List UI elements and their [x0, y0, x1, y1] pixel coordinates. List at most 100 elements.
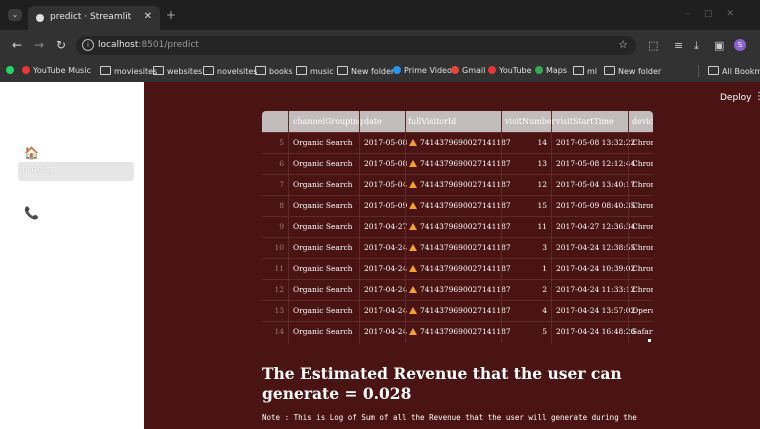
cell-full-visitor-id: 7414379690027141187 — [409, 327, 511, 336]
new-tab-icon[interactable]: + — [166, 8, 176, 22]
bookmark-all-bookmarks[interactable]: All Bookmarks — [708, 66, 760, 76]
window-controls[interactable]: –▢✕ — [685, 9, 748, 19]
warning-icon — [409, 202, 417, 209]
cell-date: 2017-05-08 — [364, 159, 408, 168]
cell-channel-grouping: Organic Search — [293, 285, 353, 294]
cell-visit-start-time: 2017-05-04 13:40:17 — [556, 180, 636, 189]
bookmark-novelsites[interactable]: novelsites — [203, 66, 257, 76]
row-index: 7 — [279, 180, 284, 189]
cell-device: Chron — [632, 243, 653, 252]
browser-toolbar: ← → ↻ i localhost:8501/predict ☆ ⬚ ≡ ⤓ ▣… — [0, 30, 760, 60]
column-divider — [501, 111, 502, 343]
cell-device: Chron — [632, 138, 653, 147]
tab-close-icon[interactable]: ✕ — [144, 11, 152, 22]
bookmark-new-folder-2[interactable]: New folder — [604, 66, 661, 76]
column-header[interactable]: device — [632, 117, 653, 126]
extension-icon[interactable]: ⬚ — [648, 39, 658, 52]
main-menu-icon[interactable]: ⋮ — [754, 91, 760, 102]
row-index: 12 — [274, 285, 284, 294]
bookmark-maps[interactable]: Maps — [535, 66, 567, 75]
sidebar-item-label: predict — [22, 165, 54, 175]
cell-device: Chron — [632, 180, 653, 189]
table-row[interactable]: 9 Organic Search 2017-04-27 741437969002714… — [262, 216, 653, 237]
cell-channel-grouping: Organic Search — [293, 264, 353, 273]
cell-full-visitor-id: 7414379690027141187 — [409, 201, 511, 210]
cell-date: 2017-04-24 — [364, 327, 408, 336]
column-header[interactable]: visitStartTime — [556, 117, 614, 126]
bookmark-gmail[interactable]: Gmail — [451, 66, 485, 75]
warning-icon — [409, 139, 417, 146]
tab-search-icon[interactable]: ⌄ — [8, 9, 22, 21]
table-resize-handle[interactable] — [648, 339, 651, 342]
phone-icon[interactable]: 📞 — [24, 206, 39, 220]
cell-channel-grouping: Organic Search — [293, 243, 353, 252]
bookmark-youtube-music[interactable]: YouTube Music — [22, 66, 91, 75]
bookmark-websites[interactable]: websites — [153, 66, 202, 76]
cell-full-visitor-id: 7414379690027141187 — [409, 264, 511, 273]
table-row[interactable]: 13 Organic Search 2017-04-24 74143796900271… — [262, 300, 653, 321]
cell-visit-number: 3 — [542, 243, 547, 252]
cell-channel-grouping: Organic Search — [293, 306, 353, 315]
column-header[interactable]: date — [364, 117, 382, 126]
warning-icon — [409, 181, 417, 188]
column-header[interactable]: fullVisitorId — [408, 117, 456, 126]
cell-visit-number: 14 — [537, 138, 547, 147]
reload-icon[interactable]: ↻ — [56, 38, 66, 52]
cell-visit-number: 12 — [537, 180, 547, 189]
whatsapp-icon[interactable] — [6, 66, 17, 75]
warning-icon — [409, 160, 417, 167]
download-icon[interactable]: ⤓ — [694, 39, 699, 53]
column-header[interactable]: visitNumber — [505, 117, 555, 126]
column-header[interactable]: channelGrouping — [293, 117, 363, 126]
home-icon[interactable]: 🏠 — [24, 146, 39, 160]
cell-visit-number: 11 — [537, 222, 547, 231]
tab-title: predict · Streamlit — [50, 12, 132, 22]
cell-date: 2017-04-24 — [364, 285, 408, 294]
dataframe-table[interactable]: channelGrouping date fullVisitorId visit… — [262, 111, 653, 343]
table-row[interactable]: 12 Organic Search 2017-04-24 74143796900271… — [262, 279, 653, 300]
warning-icon — [409, 265, 417, 272]
bookmark-prime-video[interactable]: Prime Video — [393, 66, 452, 75]
cell-visit-number: 1 — [542, 264, 547, 273]
browser-tab[interactable]: predict · Streamlit ✕ — [28, 6, 160, 30]
table-row[interactable]: 14 Organic Search 2017-04-24 74143796900271… — [262, 321, 653, 342]
table-row[interactable]: 6 Organic Search 2017-05-08 741437969002714… — [262, 153, 653, 174]
deploy-button[interactable]: Deploy — [720, 93, 752, 103]
address-bar[interactable]: i localhost:8501/predict ☆ — [76, 36, 636, 55]
warning-icon — [409, 286, 417, 293]
bookmark-ml[interactable]: ml — [573, 66, 597, 76]
side-panel-icon[interactable]: ▣ — [714, 39, 724, 52]
table-row[interactable]: 7 Organic Search 2017-05-04 741437969002714… — [262, 174, 653, 195]
warning-icon — [409, 307, 417, 314]
profile-avatar[interactable]: S — [734, 39, 746, 51]
cell-channel-grouping: Organic Search — [293, 159, 353, 168]
bookmark-music[interactable]: music — [296, 66, 334, 76]
table-row[interactable]: 10 Organic Search 2017-04-24 74143796900271… — [262, 237, 653, 258]
cell-device: Opera — [632, 306, 653, 315]
warning-icon — [409, 328, 417, 335]
table-row[interactable]: 11 Organic Search 2017-04-24 74143796900271… — [262, 258, 653, 279]
site-info-icon[interactable]: i — [82, 39, 94, 51]
column-divider — [288, 111, 289, 343]
cell-full-visitor-id: 7414379690027141187 — [409, 159, 511, 168]
sidebar-item-predict[interactable]: predict — [18, 162, 134, 181]
revenue-result-heading: The Estimated Revenue that the user can … — [262, 364, 622, 403]
cell-date: 2017-04-24 — [364, 243, 408, 252]
bookmark-books[interactable]: books — [255, 66, 293, 76]
row-index: 8 — [279, 201, 284, 210]
bookmarks-bar: YouTube Music moviesites websites novels… — [0, 60, 760, 82]
tab-groups-icon[interactable]: ≡ — [674, 39, 683, 52]
forward-icon[interactable]: → — [34, 38, 44, 52]
bookmark-moviesites[interactable]: moviesites — [100, 66, 157, 76]
warning-icon — [409, 244, 417, 251]
table-row[interactable]: 5 Organic Search 2017-05-08 741437969002714… — [262, 132, 653, 153]
row-index: 13 — [274, 306, 284, 315]
cell-device: Safari — [632, 327, 653, 336]
bookmark-new-folder[interactable]: New folder — [337, 66, 394, 76]
bookmark-star-icon[interactable]: ☆ — [618, 38, 628, 51]
streamlit-favicon-icon — [36, 14, 44, 22]
bookmark-youtube[interactable]: YouTube — [488, 66, 532, 75]
back-icon[interactable]: ← — [12, 38, 22, 52]
table-row[interactable]: 8 Organic Search 2017-05-09 741437969002714… — [262, 195, 653, 216]
cell-visit-start-time: 2017-05-08 13:32:22 — [556, 138, 636, 147]
